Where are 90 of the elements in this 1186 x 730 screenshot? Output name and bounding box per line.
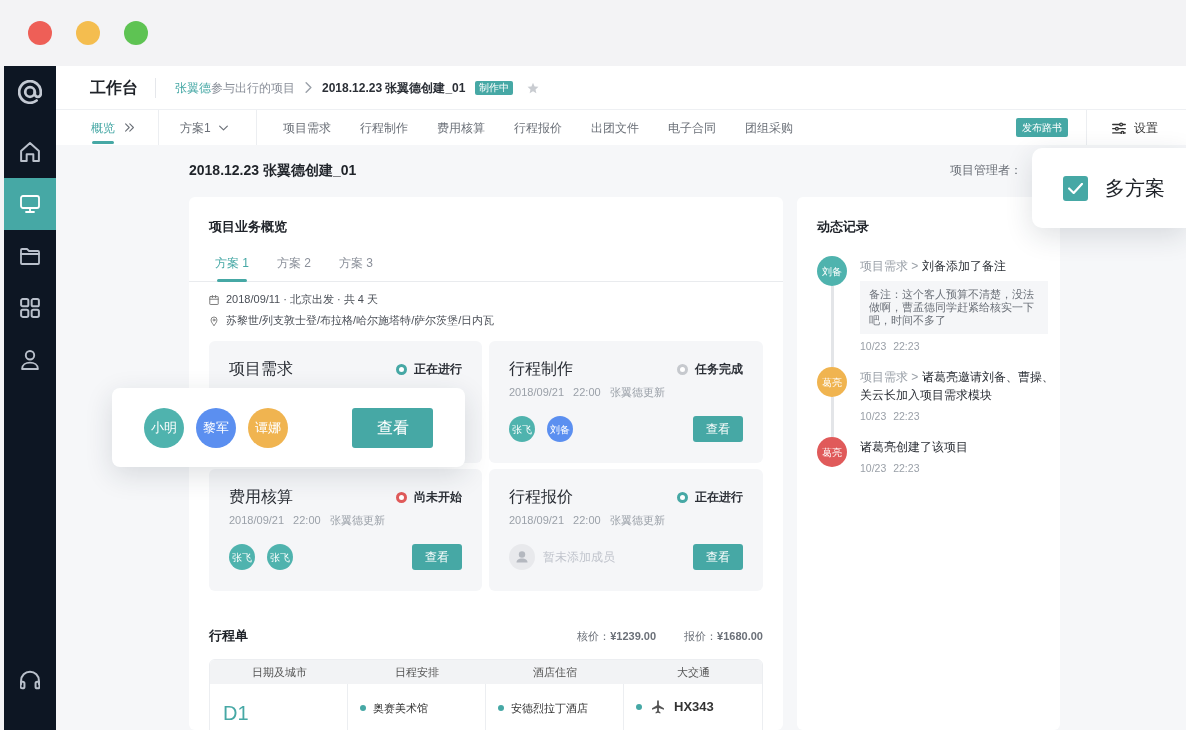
update-info: 2018/09/21 22:00 张翼德更新 xyxy=(229,513,386,528)
project-title: 2018.12.23 张翼德创建_01 xyxy=(189,161,357,180)
checkbox[interactable] xyxy=(1063,175,1088,201)
info-text: 2018/09/11 · 北京出发 · 共 4 天 xyxy=(226,292,379,308)
user-placeholder-icon xyxy=(509,544,535,570)
update-info: 2018/09/21 22:00 张翼德更新 xyxy=(509,385,666,400)
breadcrumb-current: 2018.12.23 张翼德创建_01 xyxy=(322,79,466,97)
view-button[interactable]: 查看 xyxy=(412,544,462,570)
nav-tab[interactable]: 行程制作 xyxy=(358,110,409,145)
bullet-icon xyxy=(360,705,366,711)
nav-tab[interactable]: 行程报价 xyxy=(512,110,563,145)
plane-icon xyxy=(651,700,665,714)
monitor-icon xyxy=(20,194,40,214)
activity-time: 10/23 22:23 xyxy=(860,339,921,354)
section-title: 项目业务概览 xyxy=(209,218,288,236)
day-label: D1 xyxy=(223,701,249,725)
info-text: 苏黎世/列支敦士登/布拉格/哈尔施塔特/萨尔茨堡/日内瓦 xyxy=(226,313,495,329)
headset-icon xyxy=(20,670,40,690)
section-title: 行程单 xyxy=(209,627,248,645)
column-header: 日程安排 xyxy=(394,664,440,680)
home-icon xyxy=(20,142,40,162)
member-avatar: 黎军 xyxy=(196,407,236,448)
user-avatar: 葛亮 xyxy=(817,367,847,397)
chevron-right-icon xyxy=(305,82,312,93)
view-button[interactable]: 查看 xyxy=(352,407,433,448)
close-button[interactable] xyxy=(28,21,52,45)
section-title: 动态记录 xyxy=(817,218,870,236)
nav-tab[interactable]: 概览 xyxy=(90,110,116,145)
member-avatar: 小明 xyxy=(144,407,184,448)
workspace-title: 工作台 xyxy=(90,77,138,98)
pin-icon xyxy=(209,315,219,326)
manager-label: 项目管理者： xyxy=(950,162,1022,179)
settings-icon xyxy=(1112,121,1126,134)
status-text: 正在进行 xyxy=(695,489,743,506)
activity-time: 10/23 22:23 xyxy=(860,409,921,424)
column-header: 日期及城市 xyxy=(250,664,308,680)
member-avatar: 谭娜 xyxy=(248,407,288,448)
task-title: 费用核算 xyxy=(229,487,293,507)
status-text: 尚未开始 xyxy=(414,489,462,506)
nav-tab[interactable]: 费用核算 xyxy=(435,110,486,145)
double-chevron-icon[interactable] xyxy=(125,123,134,132)
note-text: 备注：这个客人预算不清楚，没法做啊，曹孟德同学赶紧给核实一下吧，时间不多了 xyxy=(860,281,1048,334)
nav-tab[interactable]: 电子合同 xyxy=(666,110,717,145)
task-title: 行程制作 xyxy=(509,359,573,379)
member-avatar: 张飞 xyxy=(509,416,535,442)
user-avatar: 刘备 xyxy=(817,256,847,286)
grid-icon xyxy=(20,298,40,318)
plan-tab[interactable]: 方案 2 xyxy=(271,254,318,281)
update-info: 2018/09/21 22:00 张翼德更新 xyxy=(509,513,666,528)
activity-text: 诸葛亮创建了该项目 xyxy=(860,439,969,456)
checkmark-icon xyxy=(1068,182,1083,194)
breadcrumb-link[interactable]: 张翼德参与出行的项目 xyxy=(175,78,295,97)
member-avatar: 刘备 xyxy=(547,416,573,442)
nav-tab[interactable]: 出团文件 xyxy=(589,110,640,145)
column-header: 酒店住宿 xyxy=(532,664,578,680)
user-icon xyxy=(20,350,40,370)
view-button[interactable]: 查看 xyxy=(693,416,743,442)
status-badge: 制作中 xyxy=(475,80,514,95)
status-text: 任务完成 xyxy=(695,361,743,378)
plan-tab[interactable]: 方案 1 xyxy=(209,254,255,281)
column-header: 大交通 xyxy=(675,664,711,680)
bullet-icon xyxy=(498,705,504,711)
plan-dropdown[interactable]: 方案1 xyxy=(159,110,256,145)
nav-tab[interactable]: 团组采购 xyxy=(743,110,794,145)
star-icon[interactable] xyxy=(527,81,540,94)
bullet-icon xyxy=(636,704,642,710)
member-avatar: 张飞 xyxy=(229,544,255,570)
task-title: 项目需求 xyxy=(229,359,293,379)
hotel-item: 安德烈拉丁酒店 xyxy=(511,701,588,716)
view-button[interactable]: 查看 xyxy=(693,544,743,570)
price-total: 报价：¥1680.00 xyxy=(684,628,763,644)
option-label: 多方案 xyxy=(1105,176,1165,201)
schedule-item: 奥赛美术馆 xyxy=(373,701,428,716)
flight-code: HX343 xyxy=(674,698,714,716)
task-title: 行程报价 xyxy=(509,487,573,507)
caret-down-icon xyxy=(218,124,228,131)
logo-icon xyxy=(18,80,42,104)
user-avatar: 葛亮 xyxy=(817,437,847,467)
activity-text: 项目需求 > 刘备添加了备注 xyxy=(860,258,1007,275)
folder-icon xyxy=(20,246,40,266)
status-text: 正在进行 xyxy=(414,361,462,378)
member-avatar: 张飞 xyxy=(267,544,293,570)
nav-tab[interactable]: 项目需求 xyxy=(281,110,332,145)
calendar-icon xyxy=(209,294,219,305)
plan-tab[interactable]: 方案 3 xyxy=(333,254,380,281)
price-total: 核价：¥1239.00 xyxy=(577,628,657,644)
activity-text: 项目需求 > 诸葛亮邀请刘备、曹操、关云长加入项目需求模块 xyxy=(860,369,1055,404)
settings-button[interactable]: 设置 xyxy=(1087,110,1186,145)
activity-time: 10/23 22:23 xyxy=(860,461,921,476)
publish-button[interactable]: 发布路书 xyxy=(1016,118,1068,137)
